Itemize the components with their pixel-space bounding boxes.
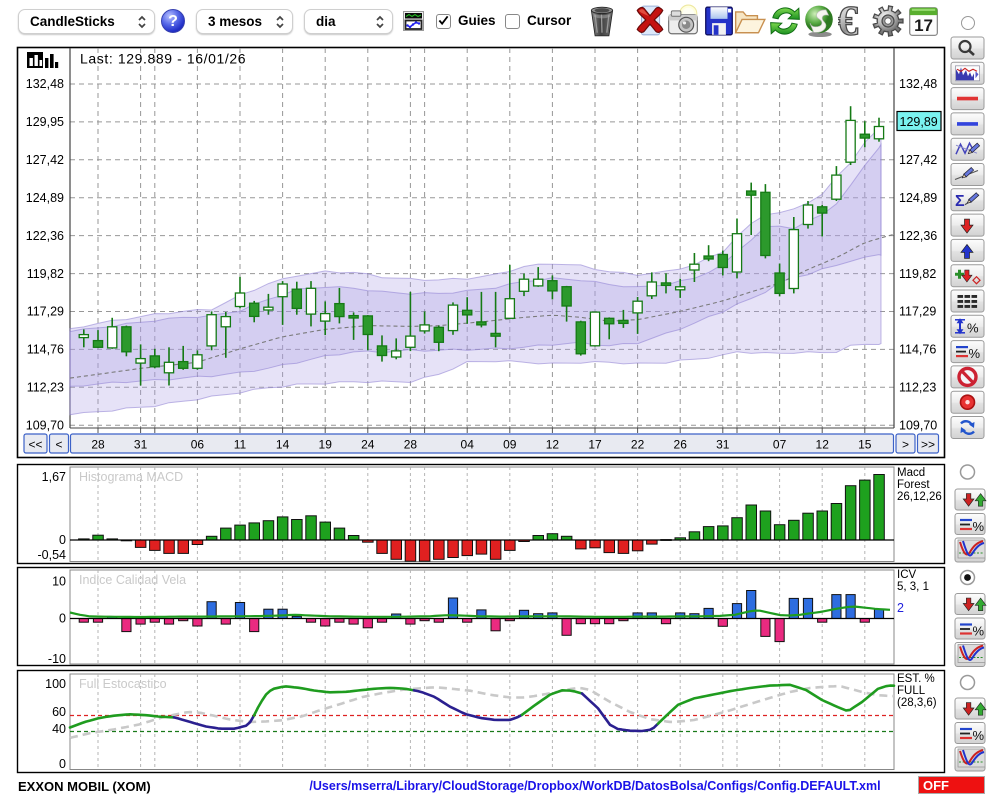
svg-text:%: % (973, 728, 985, 743)
svg-text:%: % (967, 320, 979, 335)
svg-text:%: % (973, 624, 985, 639)
svg-text:Σ: Σ (955, 193, 965, 210)
svg-text:%: % (973, 519, 985, 534)
svg-text:€: € (838, 4, 858, 38)
svg-text:%: % (969, 346, 981, 361)
svg-text:17: 17 (914, 16, 933, 35)
